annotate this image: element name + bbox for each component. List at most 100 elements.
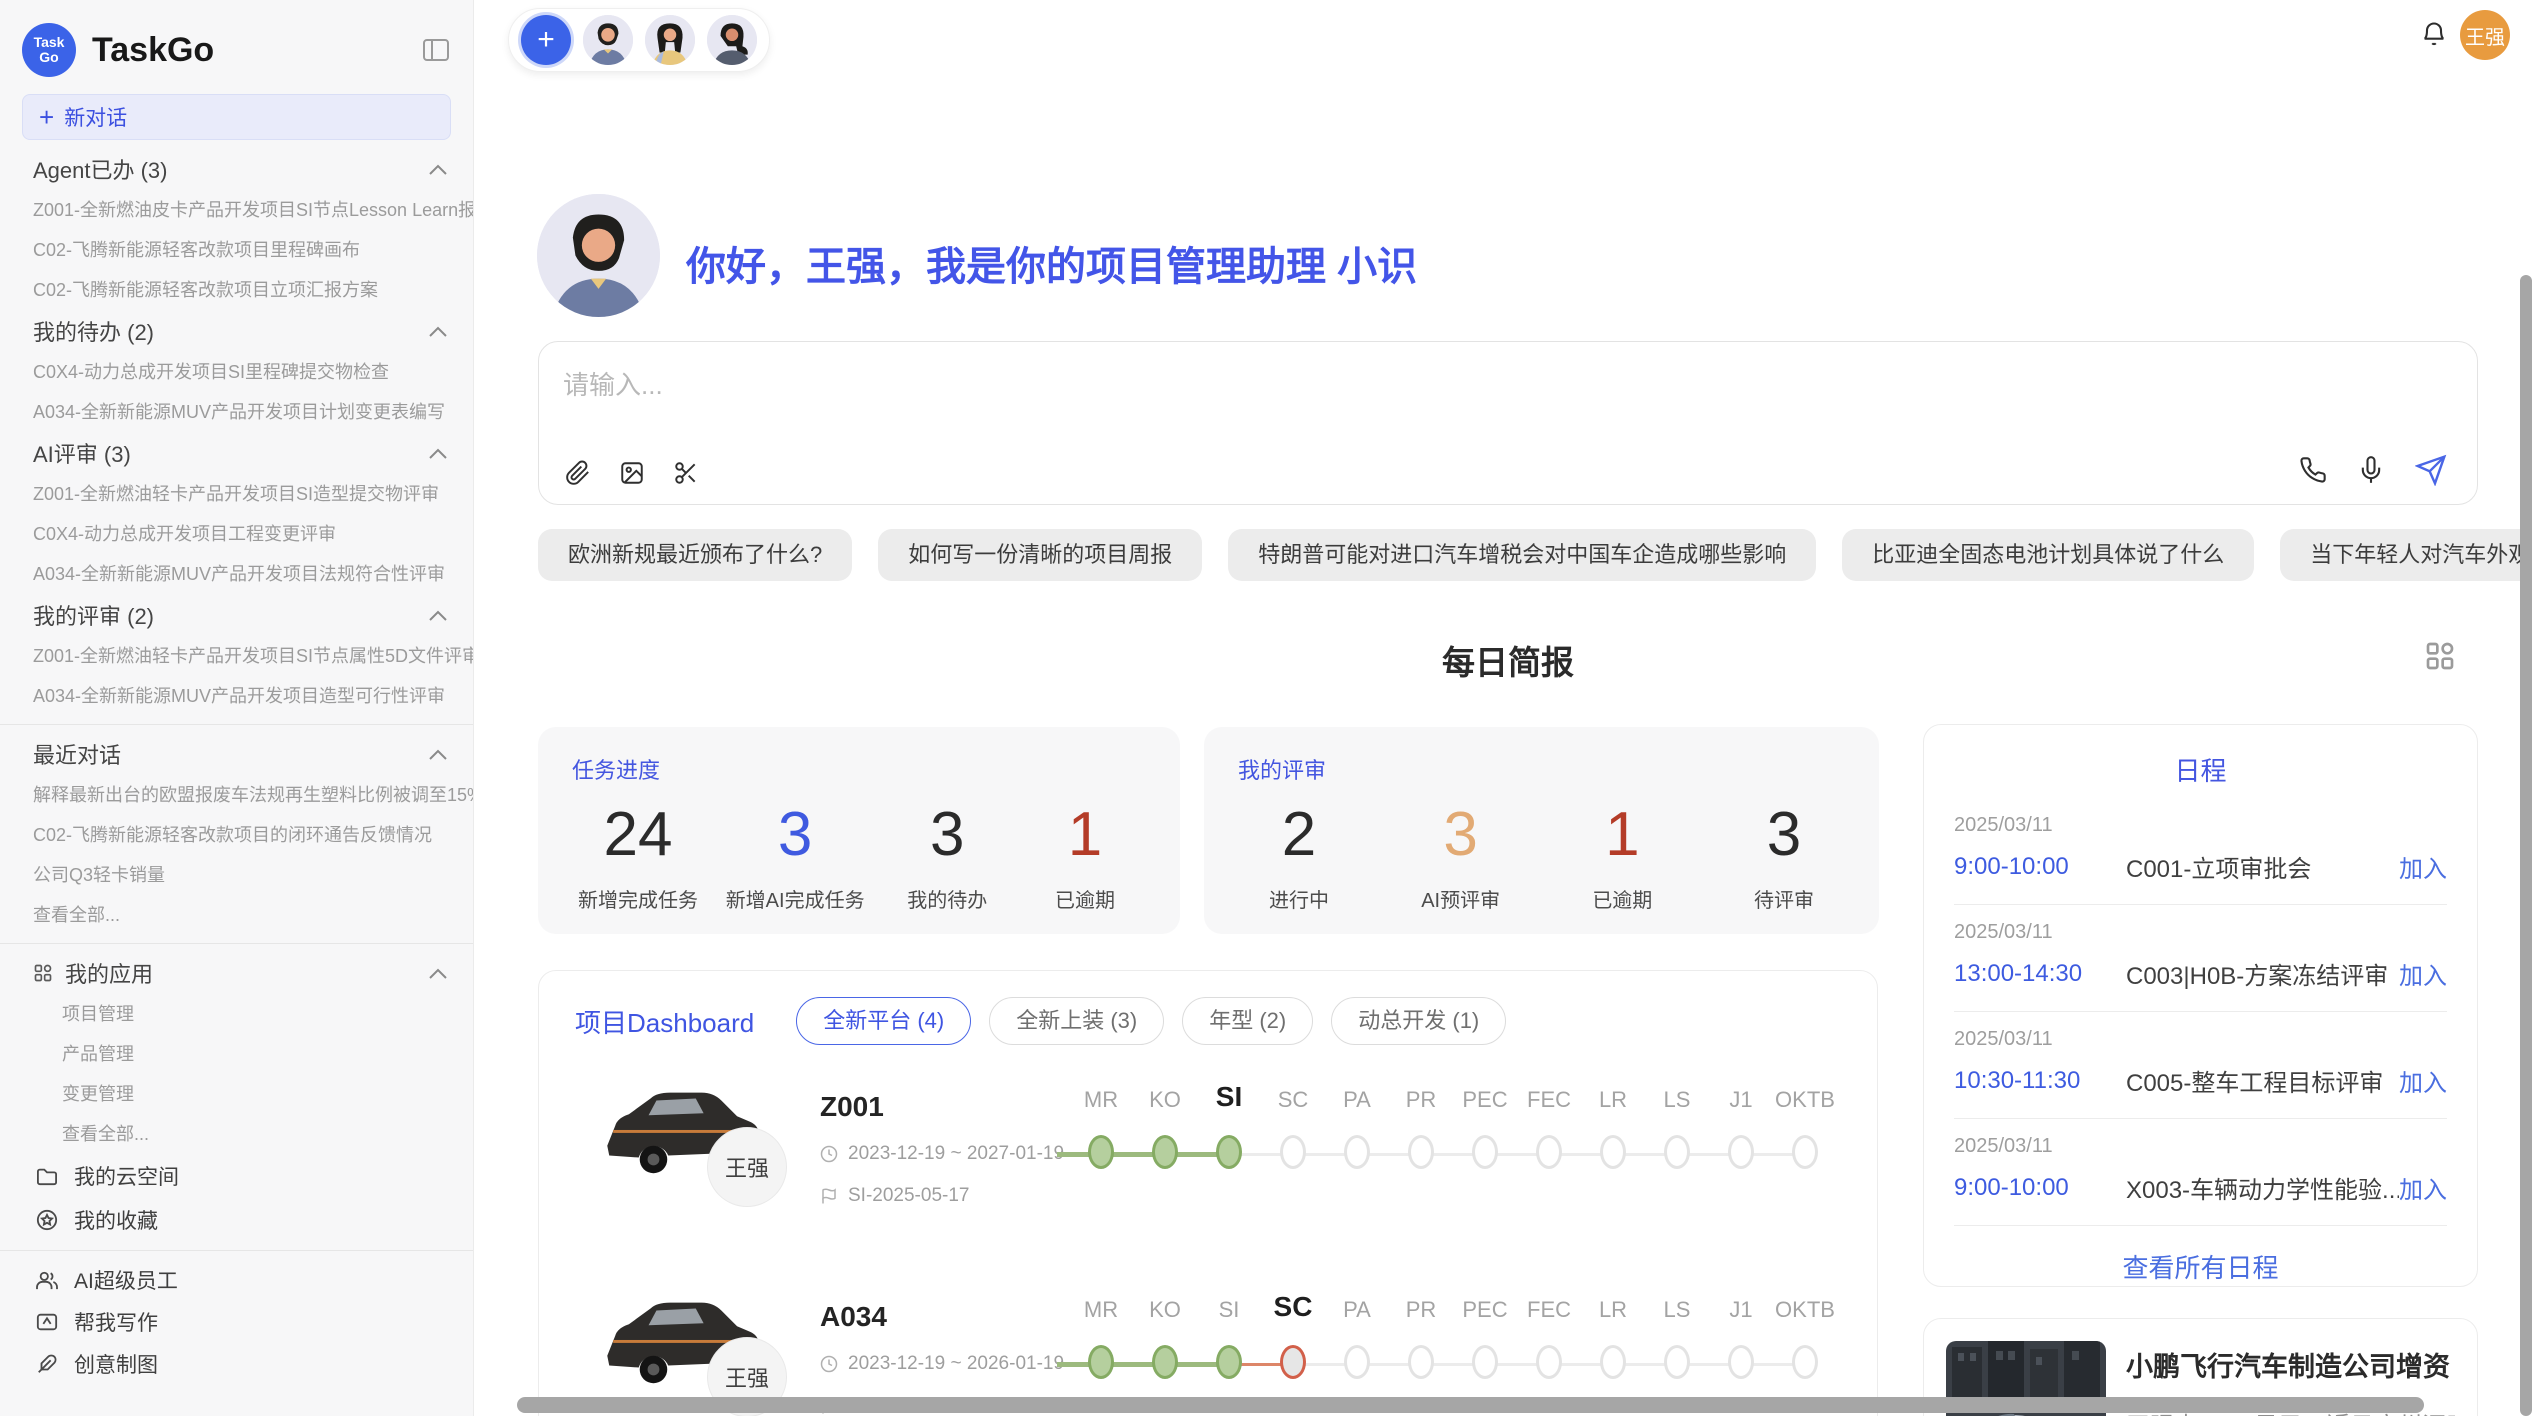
chevron-up-icon[interactable] bbox=[429, 610, 447, 621]
list-item[interactable]: A034-全新新能源MUV产品开发项目造型可行性评审 bbox=[0, 676, 473, 716]
suggestion-chip[interactable]: 如何写一份清晰的项目周报 bbox=[878, 529, 1202, 581]
chevron-up-icon[interactable] bbox=[429, 968, 447, 979]
send-icon[interactable] bbox=[2415, 454, 2447, 486]
chat-input[interactable] bbox=[563, 360, 2163, 410]
scissors-icon[interactable] bbox=[673, 460, 699, 486]
sidebar-item-help-me-write[interactable]: 帮我写作 bbox=[0, 1301, 473, 1343]
list-item[interactable]: A034-全新新能源MUV产品开发项目法规符合性评审 bbox=[0, 554, 473, 594]
section-my-review[interactable]: 我的评审 (2) bbox=[0, 594, 473, 636]
collapse-sidebar-icon[interactable] bbox=[423, 38, 449, 62]
layout-grid-icon[interactable] bbox=[2424, 640, 2456, 672]
milestone-node[interactable] bbox=[1600, 1345, 1626, 1379]
view-all-link[interactable]: 查看全部... bbox=[0, 1114, 473, 1154]
milestone-node-done[interactable] bbox=[1152, 1345, 1178, 1379]
tab-new-body[interactable]: 全新上装 (3) bbox=[989, 997, 1164, 1045]
milestone-node-done[interactable] bbox=[1088, 1345, 1114, 1379]
milestone-node[interactable] bbox=[1664, 1345, 1690, 1379]
horizontal-scrollbar[interactable] bbox=[517, 1397, 2424, 1413]
new-chat-button[interactable]: + 新对话 bbox=[22, 94, 451, 140]
milestone-node[interactable] bbox=[1792, 1345, 1818, 1379]
stat-ai-prereview: 3 AI预评审 bbox=[1406, 799, 1516, 913]
agent-avatar-1[interactable] bbox=[583, 15, 633, 65]
chevron-up-icon[interactable] bbox=[429, 749, 447, 760]
milestone-node[interactable] bbox=[1344, 1135, 1370, 1169]
section-agent-done[interactable]: Agent已办 (3) bbox=[0, 148, 473, 190]
agent-avatar-3[interactable] bbox=[707, 15, 757, 65]
milestone-node-done[interactable] bbox=[1216, 1345, 1242, 1379]
list-item[interactable]: C02-飞腾新能源轻客改款项目的闭环通告反馈情况 bbox=[0, 815, 473, 855]
chevron-up-icon[interactable] bbox=[429, 448, 447, 459]
view-all-link[interactable]: 查看全部... bbox=[0, 895, 473, 935]
sidebar-item-change-mgmt[interactable]: 变更管理 bbox=[0, 1074, 473, 1114]
microphone-icon[interactable] bbox=[2357, 456, 2385, 484]
stat-new-done: 24 新增完成任务 bbox=[578, 799, 698, 913]
milestone-label: PEC bbox=[1453, 1297, 1517, 1323]
list-item[interactable]: Z001-全新燃油皮卡产品开发项目SI节点Lesson Learn报告 bbox=[0, 190, 473, 230]
milestone-node[interactable] bbox=[1408, 1345, 1434, 1379]
milestone-node-done[interactable] bbox=[1216, 1135, 1242, 1169]
join-link[interactable]: 加入 bbox=[2399, 1063, 2447, 1098]
section-ai-review[interactable]: AI评审 (3) bbox=[0, 432, 473, 474]
sidebar-item-ai-super-staff[interactable]: AI超级员工 bbox=[0, 1259, 473, 1301]
milestone-label: FEC bbox=[1517, 1087, 1581, 1113]
tab-model-year[interactable]: 年型 (2) bbox=[1182, 997, 1313, 1045]
milestone-node-done[interactable] bbox=[1088, 1135, 1114, 1169]
suggestion-chip[interactable]: 特朗普可能对进口汽车增税会对中国车企造成哪些影响 bbox=[1228, 529, 1816, 581]
milestone-node[interactable] bbox=[1728, 1135, 1754, 1169]
list-item[interactable]: Z001-全新燃油轻卡产品开发项目SI节点属性5D文件评审 bbox=[0, 636, 473, 676]
agent-avatar-2[interactable] bbox=[645, 15, 695, 65]
join-link[interactable]: 加入 bbox=[2399, 849, 2447, 884]
list-item[interactable]: C02-飞腾新能源轻客改款项目里程碑画布 bbox=[0, 230, 473, 270]
image-icon[interactable] bbox=[619, 460, 645, 486]
suggestion-chip[interactable]: 比亚迪全固态电池计划具体说了什么 bbox=[1842, 529, 2254, 581]
app-title: TaskGo bbox=[92, 31, 423, 70]
view-all-schedule-link[interactable]: 查看所有日程 bbox=[1924, 1248, 2477, 1285]
sidebar-item-product-mgmt[interactable]: 产品管理 bbox=[0, 1034, 473, 1074]
notification-bell-icon[interactable] bbox=[2420, 20, 2450, 50]
join-link[interactable]: 加入 bbox=[2399, 956, 2447, 991]
daily-brief-title: 每日简报 bbox=[538, 636, 2478, 684]
phone-call-icon[interactable] bbox=[2299, 456, 2327, 484]
chevron-up-icon[interactable] bbox=[429, 164, 447, 175]
suggestion-chip[interactable]: 当下年轻人对汽车外观有怎样的喜好趋势 bbox=[2280, 529, 2532, 581]
milestone-node[interactable] bbox=[1600, 1135, 1626, 1169]
list-item[interactable]: C0X4-动力总成开发项目工程变更评审 bbox=[0, 514, 473, 554]
milestone-node[interactable] bbox=[1472, 1345, 1498, 1379]
sidebar-item-creative-drawing[interactable]: 创意制图 bbox=[0, 1343, 473, 1385]
milestone-node[interactable] bbox=[1280, 1135, 1306, 1169]
milestone-node[interactable] bbox=[1664, 1135, 1690, 1169]
chevron-up-icon[interactable] bbox=[429, 326, 447, 337]
sidebar-item-favorites[interactable]: 我的收藏 bbox=[0, 1198, 473, 1242]
section-my-todo[interactable]: 我的待办 (2) bbox=[0, 310, 473, 352]
milestone-node[interactable] bbox=[1536, 1345, 1562, 1379]
tab-new-platform[interactable]: 全新平台 (4) bbox=[796, 997, 971, 1045]
list-item[interactable]: 公司Q3轻卡销量 bbox=[0, 855, 473, 895]
milestone-node[interactable] bbox=[1728, 1345, 1754, 1379]
join-link[interactable]: 加入 bbox=[2399, 1170, 2447, 1205]
milestone-node-overdue[interactable] bbox=[1280, 1345, 1306, 1379]
list-item[interactable]: Z001-全新燃油轻卡产品开发项目SI造型提交物评审 bbox=[0, 474, 473, 514]
milestone-node[interactable] bbox=[1408, 1135, 1434, 1169]
project-row-a034[interactable]: 王强 A034 2023-12-19 ~ 2026-01-19 SC-2025-… bbox=[575, 1275, 1841, 1416]
list-item[interactable]: C0X4-动力总成开发项目SI里程碑提交物检查 bbox=[0, 352, 473, 392]
user-avatar[interactable]: 王强 bbox=[2460, 10, 2510, 60]
milestone-node[interactable] bbox=[1472, 1135, 1498, 1169]
add-agent-button[interactable]: + bbox=[521, 15, 571, 65]
tab-powertrain[interactable]: 动总开发 (1) bbox=[1331, 997, 1506, 1045]
milestone-node[interactable] bbox=[1344, 1345, 1370, 1379]
sidebar-item-cloud-space[interactable]: 我的云空间 bbox=[0, 1154, 473, 1198]
milestone-node[interactable] bbox=[1536, 1135, 1562, 1169]
milestone-node[interactable] bbox=[1792, 1135, 1818, 1169]
section-recent-chats[interactable]: 最近对话 bbox=[0, 733, 473, 775]
suggestion-chip[interactable]: 欧洲新规最近颁布了什么? bbox=[538, 529, 852, 581]
vertical-scrollbar[interactable] bbox=[2520, 275, 2532, 1416]
milestone-node-done[interactable] bbox=[1152, 1135, 1178, 1169]
project-row-z001[interactable]: 王强 Z001 2023-12-19 ~ 2027-01-19 SI-2025-… bbox=[575, 1065, 1841, 1255]
list-item[interactable]: 解释最新出台的欧盟报废车法规再生塑料比例被调至15%... bbox=[0, 775, 473, 815]
section-my-apps[interactable]: 我的应用 bbox=[0, 952, 473, 994]
attachment-icon[interactable] bbox=[565, 460, 591, 486]
list-item[interactable]: A034-全新新能源MUV产品开发项目计划变更表编写 bbox=[0, 392, 473, 432]
milestone-label: LR bbox=[1581, 1087, 1645, 1113]
sidebar-item-project-mgmt[interactable]: 项目管理 bbox=[0, 994, 473, 1034]
list-item[interactable]: C02-飞腾新能源轻客改款项目立项汇报方案 bbox=[0, 270, 473, 310]
